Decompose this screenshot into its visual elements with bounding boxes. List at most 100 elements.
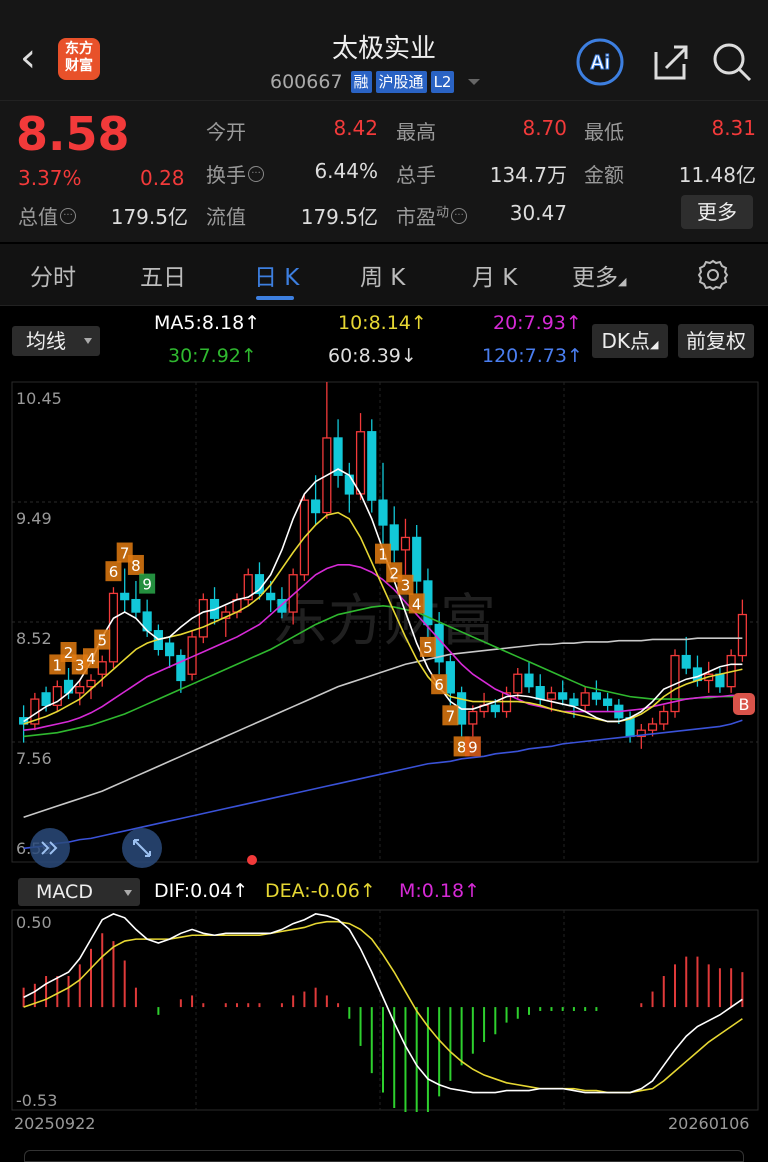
svg-text:Ai: Ai: [590, 52, 610, 74]
pe-label[interactable]: 市盈动 ···: [396, 201, 468, 230]
expand-icon[interactable]: [30, 828, 70, 868]
zoom-icon[interactable]: [122, 828, 162, 868]
ma20-value: 20:7.93↑: [493, 312, 582, 334]
candle-body: [681, 654, 691, 669]
candle-body: [603, 698, 613, 706]
pe-sup: 动: [436, 205, 450, 221]
chevron-down-icon: [124, 890, 132, 896]
macd-chart[interactable]: 0.50 -0.53: [0, 906, 768, 1112]
candle-body: [108, 592, 119, 663]
y-tick-label: 9.49: [16, 509, 52, 528]
tab-intraday[interactable]: 分时: [30, 258, 76, 292]
candle-body: [591, 692, 601, 700]
mktcap-value: 179.5亿: [110, 205, 188, 229]
level2-tag: L2: [430, 71, 455, 93]
macd-frame: [11, 909, 759, 1111]
amount-label: 金额: [584, 163, 624, 187]
candle-body: [75, 686, 85, 694]
candle-body: [445, 661, 455, 694]
td-marker-label: 9: [468, 738, 478, 756]
tab-five-day[interactable]: 五日: [140, 258, 186, 292]
td-marker-label: 3: [401, 577, 411, 595]
ma60-value: 60:8.39↓: [328, 345, 417, 367]
candle-body: [367, 431, 377, 501]
share-icon[interactable]: [646, 38, 694, 86]
float-label: 流值: [206, 205, 246, 229]
end-date: 20260106: [668, 1114, 750, 1133]
volume-label: 总手: [396, 163, 436, 187]
td-marker-label: 7: [446, 707, 456, 725]
dk-point-button[interactable]: DK点◢: [592, 324, 668, 358]
candle-body: [715, 673, 725, 688]
candle-body: [647, 723, 658, 731]
turnover-label[interactable]: 换手 ···: [206, 159, 264, 188]
quote-panel: 8.58 3.37% 0.28 今开 8.42 最高 8.70 最低 8.31 …: [0, 100, 768, 242]
candle-body: [546, 692, 557, 700]
ma5-value: MA5:8.18↑: [154, 312, 261, 334]
search-icon[interactable]: [708, 38, 756, 86]
open-label: 今开: [206, 120, 246, 144]
tab-monthly-k[interactable]: 月 K: [472, 258, 517, 292]
tab-daily-k[interactable]: 日 K: [254, 258, 299, 292]
td-marker-label: 5: [423, 639, 433, 657]
td-marker-label: 6: [109, 563, 119, 581]
candle-body: [131, 598, 141, 613]
tab-weekly-k[interactable]: 周 K: [360, 258, 405, 292]
candle-body: [389, 524, 399, 551]
adjust-button[interactable]: 前复权: [678, 324, 754, 358]
m-value: M:0.18↑: [399, 880, 481, 902]
td-marker-label: 4: [412, 595, 422, 613]
candle-body: [120, 592, 130, 601]
ma30-value: 30:7.92↑: [168, 345, 257, 367]
candle-body: [400, 536, 411, 551]
y-tick-label: 8.52: [16, 629, 52, 648]
stock-header: ‹ 东方 财富 太极实业 600667 融 沪股通 L2 Ai: [0, 0, 768, 100]
td-marker-label: 5: [97, 632, 107, 650]
td-marker-label: 9: [142, 576, 152, 594]
stock-subline[interactable]: 600667 融 沪股通 L2: [270, 70, 481, 94]
dif-value: DIF:0.04↑: [154, 880, 249, 902]
y-tick-label: 10.45: [16, 389, 62, 408]
macd-y-max: 0.50: [16, 913, 52, 932]
candle-body: [580, 692, 590, 706]
margin-tag: 融: [350, 71, 372, 93]
info-icon: ···: [248, 166, 264, 182]
candle-body: [355, 431, 366, 495]
last-price: 8.58: [16, 107, 130, 161]
candlestick-chart[interactable]: 10.459.498.527.566.59东方财富123456789123456…: [0, 372, 768, 872]
watermark: 东方财富: [272, 589, 496, 654]
mktcap-label[interactable]: 总值 ···: [18, 201, 76, 230]
macd-select[interactable]: MACD: [18, 878, 140, 906]
high-label: 最高: [396, 120, 436, 144]
low-label: 最低: [584, 120, 624, 144]
round-button-bg: [30, 828, 70, 868]
candle-body: [558, 692, 568, 700]
indicator-select[interactable]: 均线: [12, 326, 100, 356]
candle-body: [692, 667, 703, 682]
open-value: 8.42: [333, 116, 378, 140]
tab-more[interactable]: 更多◢: [572, 258, 626, 292]
stock-code: 600667: [270, 71, 343, 93]
info-icon: ···: [451, 208, 468, 224]
change-percent: 3.37%: [18, 166, 82, 190]
bottom-toolbar-edge: [24, 1150, 744, 1162]
candle-body: [569, 698, 579, 706]
candle-body: [490, 704, 500, 713]
ai-icon[interactable]: Ai: [576, 38, 624, 86]
pe-value: 30.47: [509, 201, 567, 225]
low-value: 8.31: [711, 116, 756, 140]
macd-y-min: -0.53: [16, 1091, 57, 1110]
more-button[interactable]: 更多: [681, 195, 753, 229]
ma10-value: 10:8.14↑: [338, 312, 427, 334]
float-value: 179.5亿: [300, 205, 378, 229]
td-marker-label: 8: [131, 557, 141, 575]
y-tick-label: 7.56: [16, 749, 52, 768]
candle-body: [625, 717, 635, 738]
candle-body: [311, 499, 321, 514]
candle-body: [165, 642, 175, 657]
chevron-down-icon: [84, 338, 92, 344]
gear-icon[interactable]: [696, 258, 730, 292]
connect-tag: 沪股通: [375, 71, 427, 93]
candle-body: [288, 574, 298, 613]
candle-body: [378, 499, 388, 526]
